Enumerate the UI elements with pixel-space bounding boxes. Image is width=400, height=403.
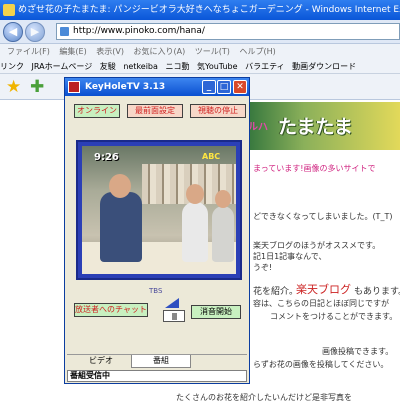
minimize-icon[interactable]: _ bbox=[202, 80, 216, 94]
chat-to-broadcaster-button[interactable]: 放送者へのチャット bbox=[74, 303, 148, 317]
menu-edit[interactable]: 編集(E) bbox=[59, 44, 86, 59]
banner-title: たまたま bbox=[278, 116, 353, 138]
video-person bbox=[100, 192, 142, 262]
page-icon bbox=[60, 27, 69, 36]
menu-file[interactable]: ファイル(F) bbox=[7, 44, 50, 59]
video-person bbox=[212, 206, 234, 262]
mute-button[interactable]: 消音開始 bbox=[191, 305, 241, 319]
site-banner: ルハ たまたま bbox=[240, 102, 400, 150]
status-bar: 番組受信中 bbox=[67, 370, 247, 382]
video-clock: 9:26 bbox=[94, 152, 119, 163]
menu-view[interactable]: 表示(V) bbox=[96, 44, 124, 59]
link-jra[interactable]: JRAホームページ bbox=[32, 59, 93, 73]
keyholetv-app-icon bbox=[68, 81, 80, 93]
browser-title: めざせ花の子たまたま: パンジービオラ大好きへなちょこガーデニング - Wind… bbox=[18, 5, 400, 15]
channel-label: TBS bbox=[149, 287, 163, 295]
page-line: どできなくなってしまいました。(T_T) bbox=[253, 212, 393, 221]
volume-knob[interactable] bbox=[172, 313, 177, 320]
tab-program[interactable]: 番組 bbox=[131, 355, 191, 368]
online-button[interactable]: オンライン bbox=[74, 104, 120, 118]
browser-title-bar: めざせ花の子たまたま: パンジービオラ大好きへなちょこガーデニング - Wind… bbox=[0, 0, 400, 20]
volume-icon bbox=[165, 298, 179, 308]
topmost-button[interactable]: 最前面設定 bbox=[127, 104, 183, 118]
stop-viewing-button[interactable]: 視聴の停止 bbox=[190, 104, 246, 118]
close-icon[interactable]: ✕ bbox=[233, 80, 247, 94]
keyholetv-window: KeyHoleTV 3.13 _ □ ✕ オンライン 最前面設定 視聴の停止 9… bbox=[64, 77, 250, 384]
page-line: らずお花の画像を投稿してください。 bbox=[253, 360, 389, 369]
video-person bbox=[182, 202, 208, 262]
video-player[interactable]: 9:26 ABC bbox=[76, 140, 242, 280]
video-station-logo: ABC bbox=[202, 152, 221, 161]
keyholetv-title: KeyHoleTV 3.13 bbox=[85, 82, 166, 92]
page-line: まっています!画像の多いサイトで bbox=[253, 164, 376, 173]
add-favorites-icon[interactable]: ✚ bbox=[30, 78, 44, 96]
menu-favorites[interactable]: お気に入り(A) bbox=[134, 44, 186, 59]
page-line: 画像投稿できます。 bbox=[322, 347, 394, 356]
favorites-star-icon[interactable]: ★ bbox=[6, 78, 21, 96]
menu-help[interactable]: ヘルプ(H) bbox=[239, 44, 275, 59]
menu-tools[interactable]: ツール(T) bbox=[195, 44, 230, 59]
page-line: 楽天ブログのほうがオススメです。 bbox=[253, 241, 381, 250]
video-person-head bbox=[215, 190, 231, 208]
page-line: たくさんのお花を紹介したいんだけど是非写真を bbox=[176, 393, 352, 402]
link-youtube[interactable]: 気YouTube bbox=[197, 59, 238, 73]
link-video-download[interactable]: 動画ダウンロード bbox=[292, 59, 356, 73]
link-variety[interactable]: バラエティ bbox=[245, 59, 285, 73]
video-person-head bbox=[109, 174, 131, 198]
page-line: 容は、こちらの日記とほぼ同じですが bbox=[253, 299, 389, 308]
navigation-bar: ◀ ▶ http://www.pinoko.com/hana/ bbox=[0, 20, 400, 44]
menu-bar: ファイル(F) 編集(E) 表示(V) お気に入り(A) ツール(T) ヘルプ(… bbox=[0, 44, 400, 59]
links-bar: リンク JRAホームページ 友駿 netkeiba ニコ動 気YouTube バ… bbox=[0, 59, 400, 74]
keyholetv-title-bar[interactable]: KeyHoleTV 3.13 _ □ ✕ bbox=[65, 78, 249, 96]
back-arrow-icon[interactable]: ◀ bbox=[3, 22, 23, 42]
address-url: http://www.pinoko.com/hana/ bbox=[73, 26, 205, 36]
links-label: リンク bbox=[0, 62, 24, 71]
address-bar[interactable]: http://www.pinoko.com/hana/ bbox=[56, 23, 400, 40]
maximize-icon[interactable]: □ bbox=[217, 80, 231, 94]
banner-small-text: ルハ bbox=[248, 122, 268, 133]
page-line: うぞ! bbox=[253, 263, 273, 272]
page-line: 花を紹介。 bbox=[253, 287, 299, 297]
video-frame: 9:26 ABC bbox=[82, 146, 236, 274]
forward-arrow-icon[interactable]: ▶ bbox=[25, 22, 45, 42]
link-yushun[interactable]: 友駿 bbox=[100, 59, 116, 73]
link-nicodou[interactable]: ニコ動 bbox=[165, 59, 189, 73]
page-line: 記1日1記事なんで、 bbox=[253, 252, 327, 261]
rakuten-blog-link[interactable]: 楽天ブログ bbox=[296, 281, 351, 297]
keyholetv-tabs: ビデオ 番組 bbox=[67, 354, 247, 368]
page-line: コメントをつけることができます。 bbox=[270, 312, 398, 321]
tab-video[interactable]: ビデオ bbox=[81, 355, 121, 368]
volume-slider[interactable] bbox=[163, 310, 185, 322]
link-netkeiba[interactable]: netkeiba bbox=[123, 59, 158, 73]
video-person-head bbox=[186, 184, 204, 204]
page-line: もあります。 bbox=[354, 287, 400, 297]
browser-app-icon bbox=[3, 4, 15, 16]
